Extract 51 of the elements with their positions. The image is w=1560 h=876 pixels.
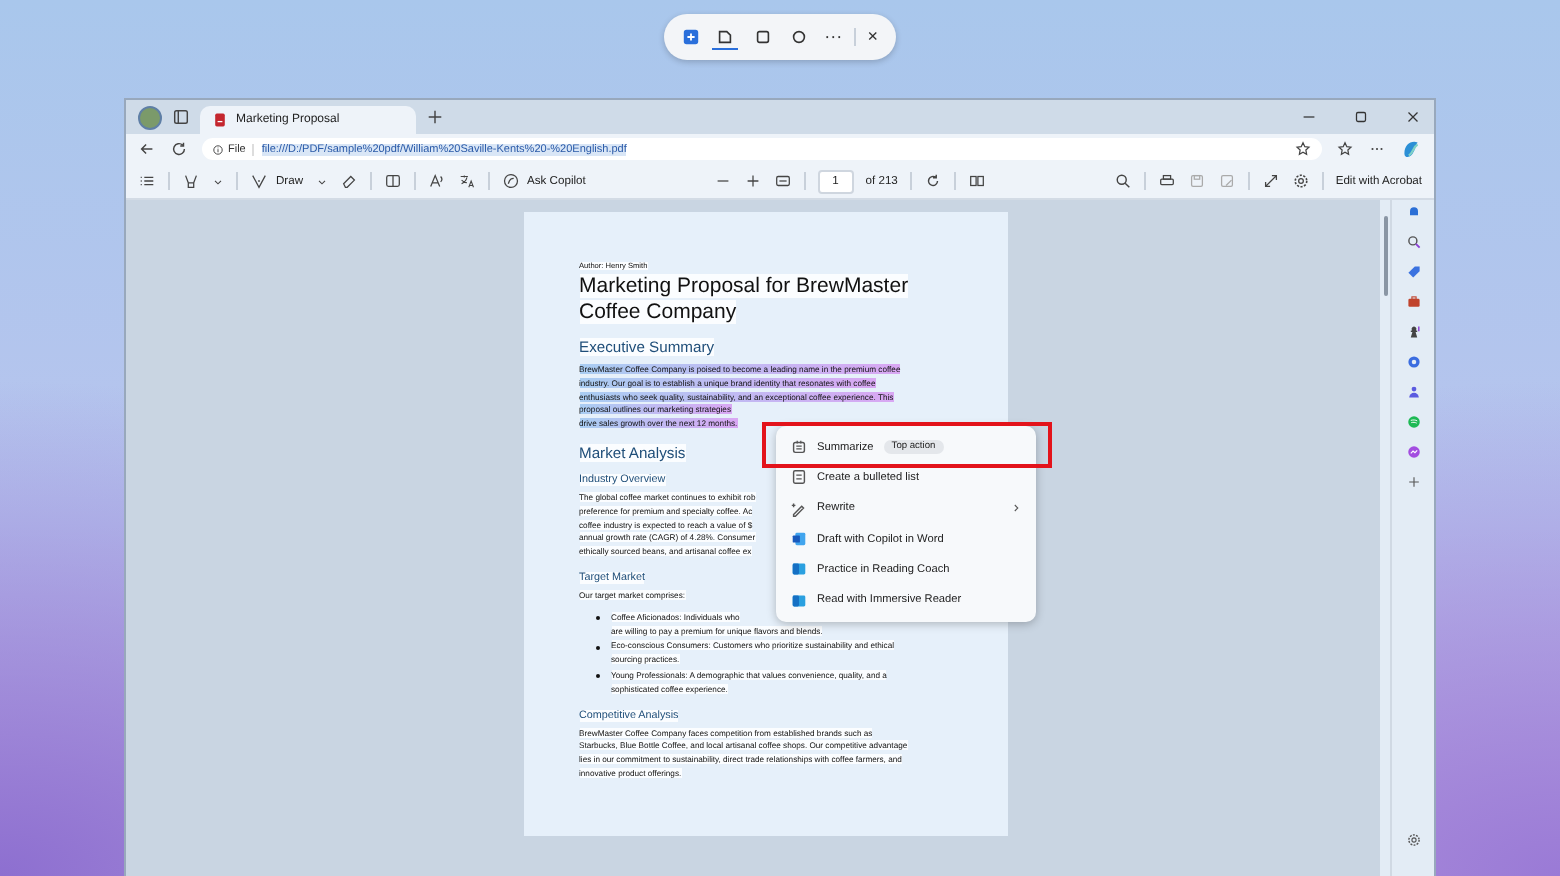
tab-actions-icon[interactable] bbox=[172, 108, 190, 126]
translate-icon[interactable] bbox=[457, 172, 476, 190]
profile-avatar[interactable] bbox=[138, 105, 162, 129]
highlighter-icon[interactable] bbox=[182, 172, 200, 190]
back-icon[interactable] bbox=[138, 140, 156, 158]
square-icon bbox=[753, 28, 772, 46]
pen-icon bbox=[789, 499, 807, 518]
copilot-icon bbox=[501, 172, 520, 190]
pen-nib-icon bbox=[250, 172, 268, 190]
caret-icon[interactable] bbox=[315, 175, 328, 187]
chat-icon[interactable] bbox=[1405, 444, 1421, 460]
document-app-icon bbox=[789, 530, 807, 549]
rotate-icon[interactable] bbox=[923, 172, 942, 190]
maximize-icon[interactable] bbox=[1352, 108, 1370, 126]
close-icon[interactable] bbox=[1404, 108, 1422, 126]
page-view-icon[interactable] bbox=[383, 172, 402, 190]
settings-icon[interactable] bbox=[1405, 832, 1421, 848]
person-icon[interactable] bbox=[1405, 384, 1421, 400]
refresh-icon[interactable] bbox=[170, 140, 188, 158]
zoom-in-icon[interactable] bbox=[743, 172, 762, 190]
contents-icon[interactable] bbox=[138, 172, 156, 190]
caret-icon[interactable] bbox=[212, 175, 224, 187]
briefcase-icon[interactable] bbox=[1405, 294, 1421, 310]
add-favorite-icon[interactable] bbox=[1294, 140, 1312, 158]
print-icon[interactable] bbox=[1157, 172, 1176, 190]
read-aloud-icon[interactable] bbox=[427, 172, 446, 190]
bell-icon[interactable] bbox=[1405, 204, 1421, 220]
fullscreen-icon[interactable] bbox=[1261, 172, 1280, 190]
close-button[interactable]: × bbox=[867, 28, 878, 46]
favorites-icon[interactable] bbox=[1336, 140, 1354, 158]
two-page-icon[interactable] bbox=[967, 172, 986, 190]
chess-piece-icon[interactable] bbox=[1405, 324, 1421, 340]
pdf-file-icon bbox=[212, 112, 228, 128]
book-icon bbox=[789, 560, 807, 579]
tag-icon[interactable] bbox=[1405, 264, 1421, 280]
fit-width-icon[interactable] bbox=[773, 172, 792, 190]
book-icon bbox=[789, 591, 807, 610]
new-tab-icon[interactable] bbox=[426, 108, 444, 126]
settings-icon[interactable] bbox=[1291, 172, 1310, 190]
info-icon bbox=[212, 143, 224, 155]
summary-icon bbox=[789, 438, 807, 457]
eraser-icon[interactable] bbox=[339, 172, 358, 190]
search-icon[interactable] bbox=[1405, 234, 1421, 250]
more-button[interactable]: ··· bbox=[824, 28, 843, 46]
circle-icon bbox=[790, 28, 809, 46]
scrollbar[interactable] bbox=[1380, 200, 1390, 876]
copilot-icon[interactable] bbox=[1400, 138, 1422, 160]
search-icon[interactable] bbox=[1113, 172, 1132, 190]
page-icon bbox=[715, 28, 734, 46]
document-title: Marketing Proposal for BrewMaster Coffee Company bbox=[579, 274, 911, 326]
list-icon bbox=[789, 468, 807, 487]
